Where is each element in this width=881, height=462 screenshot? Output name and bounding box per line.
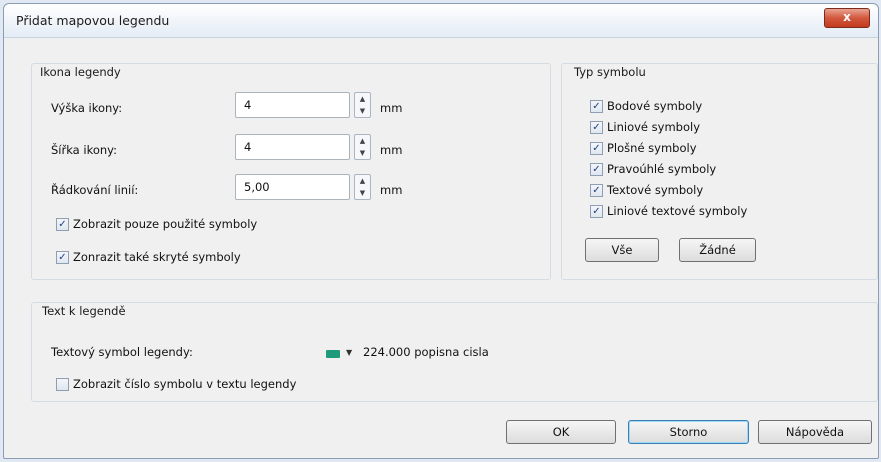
spin-up-icon[interactable]: ▲: [355, 175, 370, 187]
icon-height-label: Výška ikony:: [51, 101, 123, 115]
legend-icon-group-title: Ikona legendy: [37, 65, 124, 79]
line-spacing-input[interactable]: 5,00: [235, 174, 350, 200]
icon-width-unit: mm: [380, 143, 403, 157]
icon-height-spinner[interactable]: ▲ ▼: [354, 92, 371, 118]
title-bar: Přidat mapovou legendu x: [4, 4, 878, 38]
symbol-type-group-title: Typ symbolu: [571, 65, 649, 79]
dropdown-arrow-icon[interactable]: ▼: [346, 348, 352, 357]
dialog-title: Přidat mapovou legendu: [16, 13, 170, 28]
cancel-button[interactable]: Storno: [628, 420, 749, 444]
show-used-only-label: Zobrazit pouze použité symboly: [73, 217, 258, 231]
close-button[interactable]: x: [824, 8, 870, 28]
rectangle-symbols-label: Pravoúhlé symboly: [607, 162, 717, 176]
text-symbols-checkbox[interactable]: ✓: [590, 184, 603, 197]
point-symbols-label: Bodové symboly: [607, 99, 703, 113]
ok-button[interactable]: OK: [506, 420, 616, 444]
line-text-symbols-label: Liniové textové symboly: [607, 204, 748, 218]
text-symbols-label: Textové symboly: [607, 183, 704, 197]
spin-down-icon[interactable]: ▼: [355, 105, 370, 117]
line-symbols-checkbox[interactable]: ✓: [590, 121, 603, 134]
select-all-button[interactable]: Vše: [585, 238, 659, 262]
legend-text-group-title: Text k legendě: [39, 304, 129, 318]
point-symbols-checkbox[interactable]: ✓: [590, 100, 603, 113]
line-symbols-label: Liniové symboly: [607, 120, 700, 134]
line-spacing-unit: mm: [380, 183, 403, 197]
add-map-legend-dialog: Přidat mapovou legendu x Ikona legendy V…: [3, 3, 879, 459]
text-symbol-value: 224.000 popisna cisla: [363, 345, 489, 359]
select-none-button[interactable]: Žádné: [679, 238, 756, 262]
show-symbol-number-checkbox[interactable]: [56, 378, 69, 391]
icon-width-spinner[interactable]: ▲ ▼: [354, 134, 371, 160]
show-symbol-number-label: Zobrazit číslo symbolu v textu legendy: [73, 377, 297, 391]
text-symbol-label: Textový symbol legendy:: [51, 345, 193, 359]
icon-height-unit: mm: [380, 101, 403, 115]
show-hidden-label: Zonrazit také skryté symboly: [73, 250, 241, 264]
show-hidden-checkbox[interactable]: ✓: [56, 251, 69, 264]
line-spacing-label: Řádkování linií:: [51, 183, 139, 197]
icon-height-input[interactable]: 4: [235, 92, 350, 118]
spin-down-icon[interactable]: ▼: [355, 187, 370, 199]
area-symbols-checkbox[interactable]: ✓: [590, 142, 603, 155]
icon-width-input[interactable]: 4: [235, 134, 350, 160]
spin-up-icon[interactable]: ▲: [355, 135, 370, 147]
spin-down-icon[interactable]: ▼: [355, 147, 370, 159]
rectangle-symbols-checkbox[interactable]: ✓: [590, 163, 603, 176]
spin-up-icon[interactable]: ▲: [355, 93, 370, 105]
show-used-only-checkbox[interactable]: ✓: [56, 218, 69, 231]
text-symbol-swatch-icon[interactable]: [326, 350, 340, 358]
line-text-symbols-checkbox[interactable]: ✓: [590, 205, 603, 218]
help-button[interactable]: Nápověda: [758, 420, 872, 444]
line-spacing-spinner[interactable]: ▲ ▼: [354, 174, 371, 200]
icon-width-label: Šířka ikony:: [51, 143, 117, 157]
area-symbols-label: Plošné symboly: [607, 141, 697, 155]
